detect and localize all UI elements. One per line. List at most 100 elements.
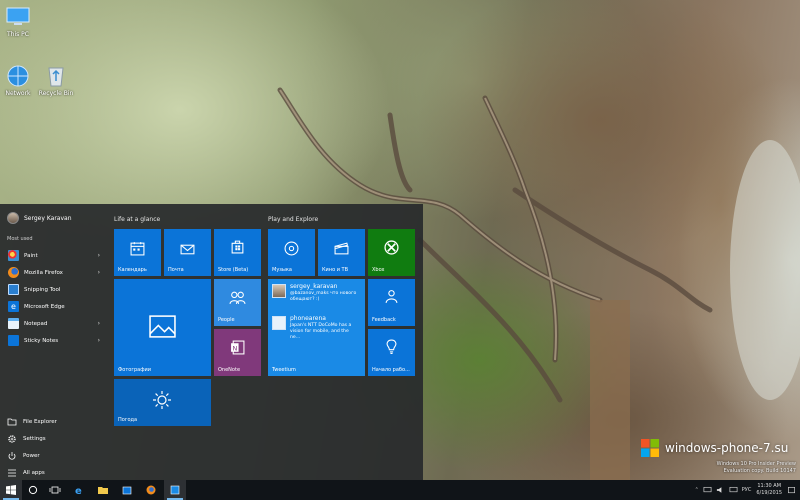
edge-icon: e (8, 301, 19, 312)
gear-icon (8, 434, 16, 443)
all-apps-button[interactable]: All apps (0, 464, 108, 481)
cortana-button[interactable] (22, 480, 44, 500)
file-explorer-button[interactable]: File Explorer (0, 413, 108, 430)
app-item-sticky-notes[interactable]: Sticky Notes › (0, 332, 108, 349)
taskbar-store-button[interactable] (116, 480, 138, 500)
task-view-icon (49, 486, 61, 494)
tile-onenote[interactable]: N OneNote (214, 329, 261, 376)
chevron-right-icon[interactable]: › (98, 320, 100, 327)
tile-people[interactable]: People (214, 279, 261, 326)
tile-tweetium[interactable]: sergey_karavan @bazanov_maks что нового … (268, 279, 365, 376)
taskbar-firefox-button[interactable] (140, 480, 162, 500)
clock[interactable]: 11:30 AM 6/19/2015 (756, 483, 782, 497)
cortana-icon (28, 485, 38, 495)
tile-label: Feedback (372, 317, 396, 323)
taskbar-tweetium-button[interactable] (164, 480, 186, 500)
tile-label: People (218, 317, 235, 323)
lightbulb-icon (386, 339, 397, 354)
firefox-icon (146, 485, 156, 495)
tile-label: Store (Beta) (218, 267, 249, 273)
desktop-icon-network[interactable]: Network (0, 65, 38, 97)
tile-photos[interactable]: Фотографии (114, 279, 211, 376)
desktop-icon-this-pc[interactable]: This PC (0, 6, 38, 38)
start-left-column: Sergey Karavan Most used Paint › Mozilla… (0, 204, 108, 480)
computer-icon (6, 7, 30, 25)
calendar-icon (130, 242, 145, 256)
tweetium-icon (170, 485, 180, 495)
desktop-icon-recycle-bin[interactable]: Recycle Bin (34, 65, 78, 97)
tile-feedback[interactable]: Feedback (368, 279, 415, 326)
volume-icon[interactable] (716, 486, 725, 494)
power-icon (8, 451, 16, 460)
tile-label: Tweetium (272, 367, 296, 373)
avatar (272, 284, 286, 298)
people-icon (229, 291, 246, 304)
file-explorer-icon (98, 487, 108, 494)
svg-text:e: e (75, 486, 82, 495)
store-icon (231, 240, 244, 254)
evaluation-notice: Windows 10 Pro Insider Preview Evaluatio… (717, 461, 796, 475)
tile-weather[interactable]: Погода (114, 379, 211, 426)
group-title-life[interactable]: Life at a glance (114, 216, 160, 223)
music-icon (284, 241, 299, 256)
bottom-item-label: All apps (23, 469, 45, 476)
app-item-edge[interactable]: e Microsoft Edge (0, 298, 108, 315)
start-menu: Sergey Karavan Most used Paint › Mozilla… (0, 204, 423, 480)
power-button[interactable]: Power (0, 447, 108, 464)
chevron-right-icon[interactable]: › (98, 252, 100, 259)
tile-label: Музыка (272, 267, 292, 273)
avatar (272, 316, 286, 330)
notifications-icon[interactable] (787, 486, 796, 495)
tile-label: Кино и ТВ (322, 267, 349, 273)
tile-get-started[interactable]: Начало рабо... (368, 329, 415, 376)
evaluation-line-1: Windows 10 Pro Insider Preview (716, 461, 796, 467)
system-tray: ⌃ РУС 11:30 AM 6/19/2015 (695, 480, 796, 500)
user-name: Sergey Karavan (24, 214, 72, 222)
tile-label: Погода (118, 417, 138, 423)
tile-music[interactable]: Музыка (268, 229, 315, 276)
firefox-icon (8, 267, 19, 278)
task-view-button[interactable] (44, 480, 66, 500)
app-item-notepad[interactable]: Notepad › (0, 315, 108, 332)
start-button[interactable] (0, 480, 22, 500)
tile-video[interactable]: Кино и ТВ (318, 229, 365, 276)
message-icon[interactable] (729, 486, 738, 494)
tile-calendar[interactable]: Календарь (114, 229, 161, 276)
tile-label: Xbox (372, 267, 385, 273)
sticky-notes-icon (8, 335, 19, 346)
taskbar: e ⌃ РУС 11:30 AM 6/19/2015 (0, 480, 800, 500)
chevron-up-icon[interactable]: ⌃ (695, 487, 699, 493)
chevron-right-icon[interactable]: › (98, 337, 100, 344)
app-item-firefox[interactable]: Mozilla Firefox › (0, 264, 108, 281)
app-item-paint[interactable]: Paint › (0, 247, 108, 264)
network-icon (7, 65, 29, 87)
file-explorer-icon (7, 418, 17, 425)
group-title-play[interactable]: Play and Explore (268, 216, 318, 223)
store-icon (122, 486, 132, 495)
snipping-tool-icon (8, 284, 19, 295)
tile-mail[interactable]: Почта (164, 229, 211, 276)
settings-button[interactable]: Settings (0, 430, 108, 447)
tile-store[interactable]: Store (Beta) (214, 229, 261, 276)
feedback-icon (385, 290, 398, 304)
tweet-text: Japan's NTT DoCoMo has a vision for mobi… (290, 323, 352, 340)
desktop-icon-label: Network (5, 90, 31, 97)
photos-icon (149, 315, 176, 338)
taskbar-edge-button[interactable]: e (68, 480, 90, 500)
xbox-icon (384, 240, 399, 255)
language-indicator[interactable]: РУС (742, 487, 752, 493)
most-used-list: Paint › Mozilla Firefox › Snipping Tool … (0, 247, 108, 349)
tweet-text: @bazanov_maks что нового обещают? :) (290, 291, 357, 302)
app-item-label: Paint (24, 252, 38, 259)
tile-label: Фотографии (118, 367, 151, 373)
network-icon[interactable] (703, 486, 712, 494)
taskbar-file-explorer-button[interactable] (92, 480, 114, 500)
app-item-label: Mozilla Firefox (24, 269, 63, 276)
user-account[interactable]: Sergey Karavan (7, 212, 72, 224)
chevron-right-icon[interactable]: › (98, 269, 100, 276)
desktop-icon-label: This PC (7, 31, 29, 38)
tile-xbox[interactable]: Xbox (368, 229, 415, 276)
svg-text:N: N (232, 344, 237, 352)
app-item-snipping-tool[interactable]: Snipping Tool (0, 281, 108, 298)
app-item-label: Notepad (24, 320, 48, 327)
